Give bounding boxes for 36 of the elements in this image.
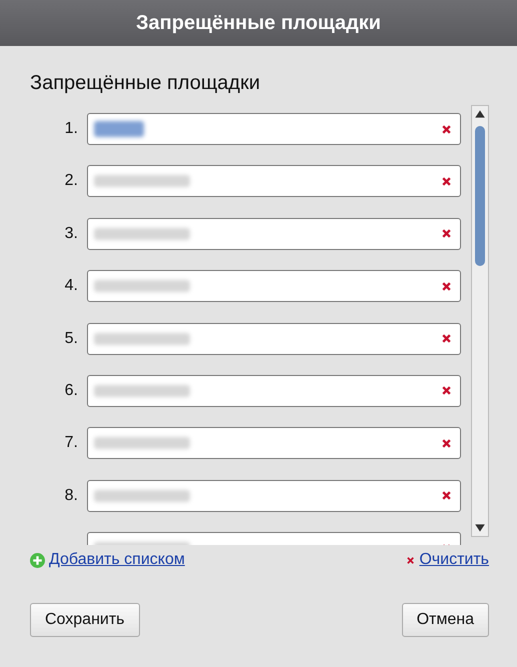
dialog-button[interactable]: Сохранить <box>30 603 140 637</box>
scroll-thumb[interactable] <box>475 126 485 266</box>
site-field[interactable] <box>87 374 461 407</box>
dialog-button[interactable]: Отмена <box>402 603 489 637</box>
scroll-down-icon[interactable] <box>474 522 486 534</box>
clear-link[interactable]: Очистить <box>419 551 489 569</box>
add-icon[interactable] <box>30 552 45 568</box>
row-number: 4. <box>64 277 79 296</box>
window-title: Запрещённые площадки <box>136 12 381 34</box>
clear-icon[interactable] <box>406 556 416 564</box>
add-list-link[interactable]: Добавить списком <box>49 551 185 569</box>
scroll-up-icon[interactable] <box>474 108 486 120</box>
row-number: 7. <box>64 434 79 452</box>
row-number: 1. <box>64 120 79 138</box>
row-number: 6. <box>64 382 79 400</box>
remove-icon[interactable] <box>441 385 452 396</box>
remove-icon[interactable] <box>441 176 452 187</box>
site-field[interactable] <box>87 270 461 302</box>
scrollbar[interactable] <box>471 105 489 537</box>
remove-icon[interactable] <box>441 333 452 344</box>
remove-icon[interactable] <box>441 124 452 134</box>
section-heading: Запрещённые площадки <box>30 72 262 95</box>
row-number: 2. <box>64 172 79 190</box>
row-number: 8. <box>64 486 79 505</box>
row-number: 5. <box>64 330 79 348</box>
remove-icon[interactable] <box>441 438 452 449</box>
remove-icon[interactable] <box>441 280 452 292</box>
site-field[interactable] <box>87 427 461 460</box>
site-field[interactable] <box>87 218 461 250</box>
site-field[interactable] <box>87 165 461 198</box>
site-field[interactable] <box>87 113 461 145</box>
site-field[interactable] <box>87 480 461 512</box>
row-number: 3. <box>64 224 79 243</box>
remove-icon[interactable] <box>441 228 452 240</box>
remove-icon[interactable] <box>441 490 452 502</box>
site-field[interactable] <box>87 322 461 355</box>
